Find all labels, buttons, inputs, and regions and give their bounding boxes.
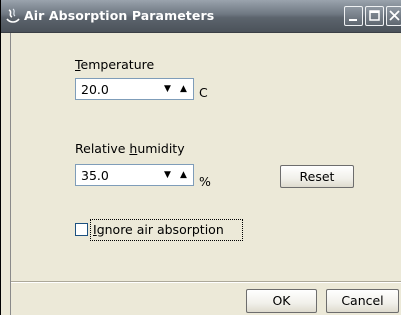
temperature-value[interactable]: 20.0 [81,82,109,97]
humidity-label: Relative humidity [75,141,185,156]
decrement-arrow-icon[interactable]: ▼ [164,82,171,96]
button-separator [11,281,401,283]
temperature-spinner[interactable]: 20.0 ▼ ▲ [75,78,194,100]
temperature-unit: C [199,85,208,100]
increment-arrow-icon[interactable]: ▲ [180,168,187,182]
minimize-button[interactable] [344,6,363,26]
dialog-window: Air Absorption Parameters Temperature 20… [0,0,401,315]
close-button[interactable] [386,6,401,26]
window-title: Air Absorption Parameters [24,8,215,23]
minimize-icon [349,19,357,21]
temperature-label: Temperature [75,57,155,72]
close-icon [389,10,400,21]
ignore-air-absorption-label[interactable]: Ignore air absorption [90,219,243,241]
decrement-arrow-icon[interactable]: ▼ [164,168,171,182]
increment-arrow-icon[interactable]: ▲ [180,82,187,96]
title-bar[interactable]: Air Absorption Parameters [1,0,401,33]
ok-button[interactable]: OK [246,289,317,313]
ignore-air-absorption-checkbox[interactable] [75,223,88,236]
dialog-content: Temperature 20.0 ▼ ▲ C Relative humidity… [11,33,401,315]
humidity-unit: % [199,174,211,189]
cancel-button[interactable]: Cancel [326,289,399,313]
ignore-air-absorption-text: Ignore air absorption [93,222,224,237]
humidity-spinner[interactable]: 35.0 ▼ ▲ [75,164,194,186]
java-cup-icon [6,8,20,23]
maximize-icon [369,10,380,21]
reset-button[interactable]: Reset [280,165,354,188]
humidity-value[interactable]: 35.0 [81,168,109,183]
maximize-button[interactable] [365,6,384,26]
